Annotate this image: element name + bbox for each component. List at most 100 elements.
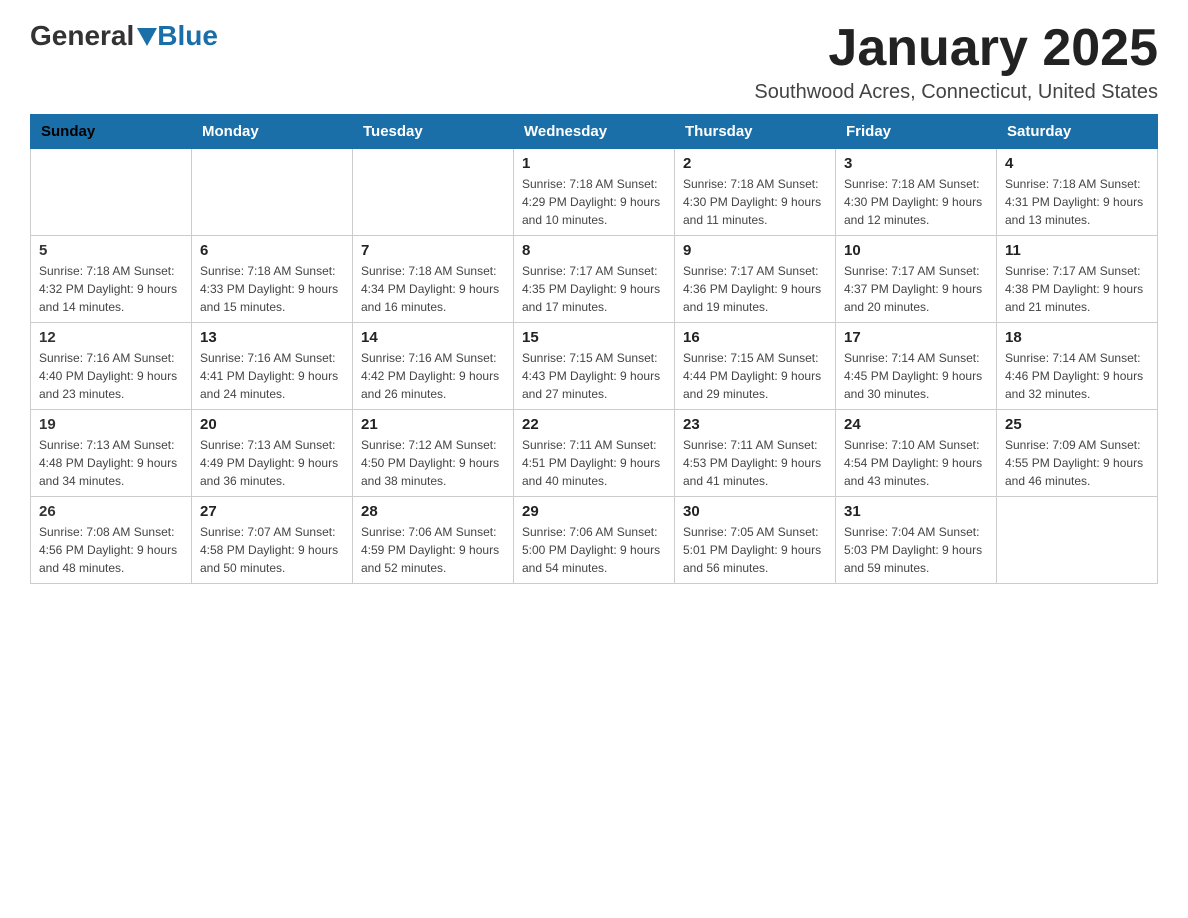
day-number: 4 bbox=[1005, 155, 1149, 172]
day-info: Sunrise: 7:15 AM Sunset: 4:44 PM Dayligh… bbox=[683, 349, 827, 403]
day-number: 6 bbox=[200, 242, 344, 259]
day-number: 27 bbox=[200, 503, 344, 520]
calendar-cell: 21Sunrise: 7:12 AM Sunset: 4:50 PM Dayli… bbox=[353, 410, 514, 497]
calendar-week-row: 1 Sunrise: 7:18 AM Sunset: 4:29 PM Daylig… bbox=[31, 149, 1158, 236]
day-info: Sunrise: 7:16 AM Sunset: 4:41 PM Dayligh… bbox=[200, 349, 344, 403]
calendar-cell: 27 Sunrise: 7:07 AM Sunset: 4:58 PM Dayli… bbox=[192, 497, 353, 584]
calendar-cell: 28 Sunrise: 7:06 AM Sunset: 4:59 PM Dayli… bbox=[353, 497, 514, 584]
day-number: 31 bbox=[844, 503, 988, 520]
calendar-cell: 22 Sunrise: 7:11 AM Sunset: 4:51 PM Dayli… bbox=[514, 410, 675, 497]
day-number: 23 bbox=[683, 416, 827, 433]
day-info: Sunrise: 7:16 AM Sunset: 4:40 PM Dayligh… bbox=[39, 349, 183, 403]
logo-blue-text: Blue bbox=[157, 20, 218, 52]
calendar-cell: 5 Sunrise: 7:18 AM Sunset: 4:32 PM Daylig… bbox=[31, 236, 192, 323]
day-number: 8 bbox=[522, 242, 666, 259]
calendar-cell: 16Sunrise: 7:15 AM Sunset: 4:44 PM Dayli… bbox=[675, 323, 836, 410]
calendar-header-monday: Monday bbox=[192, 115, 353, 149]
day-number: 15 bbox=[522, 329, 666, 346]
calendar-cell: 10 Sunrise: 7:17 AM Sunset: 4:37 PM Dayli… bbox=[836, 236, 997, 323]
day-info: Sunrise: 7:13 AM Sunset: 4:48 PM Dayligh… bbox=[39, 436, 183, 490]
day-number: 18 bbox=[1005, 329, 1149, 346]
day-info: Sunrise: 7:06 AM Sunset: 4:59 PM Dayligh… bbox=[361, 523, 505, 577]
day-number: 2 bbox=[683, 155, 827, 172]
day-info: Sunrise: 7:18 AM Sunset: 4:30 PM Dayligh… bbox=[683, 175, 827, 229]
day-info: Sunrise: 7:13 AM Sunset: 4:49 PM Dayligh… bbox=[200, 436, 344, 490]
day-number: 13 bbox=[200, 329, 344, 346]
calendar-cell: 6 Sunrise: 7:18 AM Sunset: 4:33 PM Daylig… bbox=[192, 236, 353, 323]
day-number: 20 bbox=[200, 416, 344, 433]
day-info: Sunrise: 7:07 AM Sunset: 4:58 PM Dayligh… bbox=[200, 523, 344, 577]
calendar-header-sunday: Sunday bbox=[31, 115, 192, 149]
calendar-cell bbox=[192, 149, 353, 236]
logo-general: General bbox=[30, 20, 134, 52]
day-info: Sunrise: 7:06 AM Sunset: 5:00 PM Dayligh… bbox=[522, 523, 666, 577]
calendar-week-row: 26 Sunrise: 7:08 AM Sunset: 4:56 PM Dayli… bbox=[31, 497, 1158, 584]
location-title: Southwood Acres, Connecticut, United Sta… bbox=[754, 81, 1158, 104]
calendar-table: SundayMondayTuesdayWednesdayThursdayFrid… bbox=[30, 114, 1158, 584]
calendar-cell: 24 Sunrise: 7:10 AM Sunset: 4:54 PM Dayli… bbox=[836, 410, 997, 497]
calendar-cell: 8 Sunrise: 7:17 AM Sunset: 4:35 PM Daylig… bbox=[514, 236, 675, 323]
calendar-header-thursday: Thursday bbox=[675, 115, 836, 149]
day-number: 11 bbox=[1005, 242, 1149, 259]
day-number: 3 bbox=[844, 155, 988, 172]
calendar-cell: 31 Sunrise: 7:04 AM Sunset: 5:03 PM Dayli… bbox=[836, 497, 997, 584]
day-number: 12 bbox=[39, 329, 183, 346]
day-number: 1 bbox=[522, 155, 666, 172]
logo-triangle-icon bbox=[137, 28, 157, 46]
day-info: Sunrise: 7:04 AM Sunset: 5:03 PM Dayligh… bbox=[844, 523, 988, 577]
day-number: 24 bbox=[844, 416, 988, 433]
day-info: Sunrise: 7:18 AM Sunset: 4:29 PM Dayligh… bbox=[522, 175, 666, 229]
calendar-cell: 25 Sunrise: 7:09 AM Sunset: 4:55 PM Dayli… bbox=[997, 410, 1158, 497]
day-number: 10 bbox=[844, 242, 988, 259]
calendar-week-row: 19 Sunrise: 7:13 AM Sunset: 4:48 PM Dayli… bbox=[31, 410, 1158, 497]
calendar-cell: 29Sunrise: 7:06 AM Sunset: 5:00 PM Dayli… bbox=[514, 497, 675, 584]
day-number: 28 bbox=[361, 503, 505, 520]
day-number: 5 bbox=[39, 242, 183, 259]
day-number: 30 bbox=[683, 503, 827, 520]
calendar-header-row: SundayMondayTuesdayWednesdayThursdayFrid… bbox=[31, 115, 1158, 149]
calendar-cell: 9Sunrise: 7:17 AM Sunset: 4:36 PM Daylig… bbox=[675, 236, 836, 323]
day-info: Sunrise: 7:17 AM Sunset: 4:37 PM Dayligh… bbox=[844, 262, 988, 316]
day-info: Sunrise: 7:09 AM Sunset: 4:55 PM Dayligh… bbox=[1005, 436, 1149, 490]
day-info: Sunrise: 7:08 AM Sunset: 4:56 PM Dayligh… bbox=[39, 523, 183, 577]
calendar-cell: 19 Sunrise: 7:13 AM Sunset: 4:48 PM Dayli… bbox=[31, 410, 192, 497]
day-info: Sunrise: 7:18 AM Sunset: 4:30 PM Dayligh… bbox=[844, 175, 988, 229]
day-info: Sunrise: 7:17 AM Sunset: 4:35 PM Dayligh… bbox=[522, 262, 666, 316]
day-info: Sunrise: 7:18 AM Sunset: 4:32 PM Dayligh… bbox=[39, 262, 183, 316]
day-info: Sunrise: 7:11 AM Sunset: 4:51 PM Dayligh… bbox=[522, 436, 666, 490]
day-info: Sunrise: 7:17 AM Sunset: 4:36 PM Dayligh… bbox=[683, 262, 827, 316]
day-info: Sunrise: 7:12 AM Sunset: 4:50 PM Dayligh… bbox=[361, 436, 505, 490]
calendar-cell: 30 Sunrise: 7:05 AM Sunset: 5:01 PM Dayli… bbox=[675, 497, 836, 584]
calendar-cell: 7Sunrise: 7:18 AM Sunset: 4:34 PM Daylig… bbox=[353, 236, 514, 323]
calendar-cell: 13 Sunrise: 7:16 AM Sunset: 4:41 PM Dayli… bbox=[192, 323, 353, 410]
logo-blue-part: Blue bbox=[134, 20, 218, 52]
calendar-cell: 20 Sunrise: 7:13 AM Sunset: 4:49 PM Dayli… bbox=[192, 410, 353, 497]
day-number: 26 bbox=[39, 503, 183, 520]
calendar-header-saturday: Saturday bbox=[997, 115, 1158, 149]
day-number: 19 bbox=[39, 416, 183, 433]
calendar-cell bbox=[997, 497, 1158, 584]
day-info: Sunrise: 7:14 AM Sunset: 4:46 PM Dayligh… bbox=[1005, 349, 1149, 403]
day-info: Sunrise: 7:15 AM Sunset: 4:43 PM Dayligh… bbox=[522, 349, 666, 403]
calendar-cell: 26 Sunrise: 7:08 AM Sunset: 4:56 PM Dayli… bbox=[31, 497, 192, 584]
calendar-week-row: 12 Sunrise: 7:16 AM Sunset: 4:40 PM Dayli… bbox=[31, 323, 1158, 410]
calendar-cell bbox=[31, 149, 192, 236]
day-info: Sunrise: 7:10 AM Sunset: 4:54 PM Dayligh… bbox=[844, 436, 988, 490]
calendar-cell: 4Sunrise: 7:18 AM Sunset: 4:31 PM Daylig… bbox=[997, 149, 1158, 236]
calendar-cell: 11 Sunrise: 7:17 AM Sunset: 4:38 PM Dayli… bbox=[997, 236, 1158, 323]
calendar-cell: 17Sunrise: 7:14 AM Sunset: 4:45 PM Dayli… bbox=[836, 323, 997, 410]
day-info: Sunrise: 7:05 AM Sunset: 5:01 PM Dayligh… bbox=[683, 523, 827, 577]
calendar-header-tuesday: Tuesday bbox=[353, 115, 514, 149]
calendar-week-row: 5 Sunrise: 7:18 AM Sunset: 4:32 PM Daylig… bbox=[31, 236, 1158, 323]
day-number: 25 bbox=[1005, 416, 1149, 433]
logo: General Blue bbox=[30, 20, 218, 52]
day-info: Sunrise: 7:18 AM Sunset: 4:34 PM Dayligh… bbox=[361, 262, 505, 316]
day-info: Sunrise: 7:18 AM Sunset: 4:33 PM Dayligh… bbox=[200, 262, 344, 316]
calendar-header-wednesday: Wednesday bbox=[514, 115, 675, 149]
calendar-cell bbox=[353, 149, 514, 236]
day-info: Sunrise: 7:17 AM Sunset: 4:38 PM Dayligh… bbox=[1005, 262, 1149, 316]
calendar-header-friday: Friday bbox=[836, 115, 997, 149]
day-number: 22 bbox=[522, 416, 666, 433]
title-area: January 2025 Southwood Acres, Connecticu… bbox=[754, 20, 1158, 104]
calendar-cell: 2 Sunrise: 7:18 AM Sunset: 4:30 PM Daylig… bbox=[675, 149, 836, 236]
